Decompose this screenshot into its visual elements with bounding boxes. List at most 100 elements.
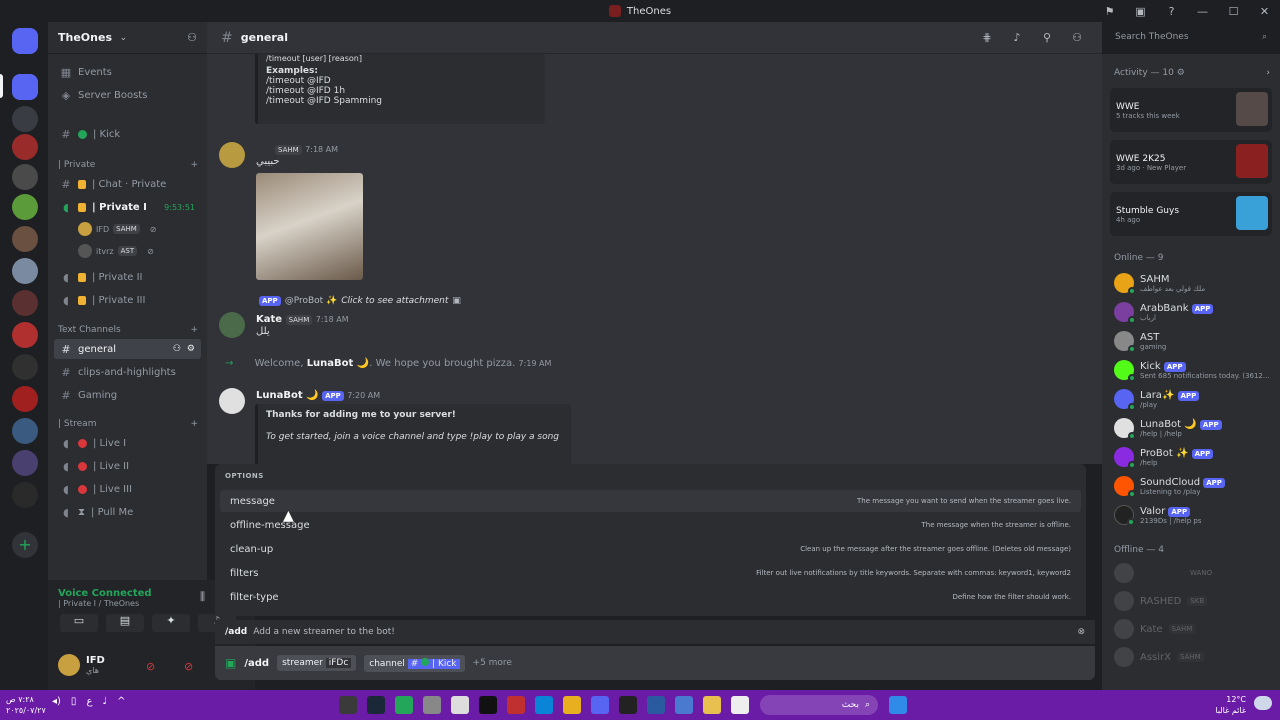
sidebar-item-events[interactable]: ▦ Events xyxy=(54,62,201,82)
server-icon-8[interactable] xyxy=(12,290,38,316)
minimize-button[interactable]: — xyxy=(1187,5,1218,18)
voice-channel-private-iii[interactable]: ◖ | Private III xyxy=(54,290,201,310)
avatar[interactable] xyxy=(219,142,245,168)
member-item[interactable]: WANO xyxy=(1114,560,1274,586)
chrome-app-icon[interactable] xyxy=(563,696,581,714)
server-icon-4[interactable] xyxy=(12,164,38,190)
voice-channel-live-i[interactable]: ◖ | Live I xyxy=(54,433,201,453)
help-icon[interactable]: ? xyxy=(1156,5,1187,18)
option-streamer[interactable]: streamer iFDc xyxy=(277,655,357,671)
activity-card[interactable]: WWE 2K25 3d ago · New Player xyxy=(1110,140,1272,184)
app-icon[interactable] xyxy=(647,696,665,714)
member-item[interactable]: AssirX SAHM xyxy=(1114,644,1274,670)
taskbar-clock[interactable]: ٧:٢٨ ص ٢٠٢٥/٠٧/٢٧ xyxy=(6,694,46,716)
weather-widget[interactable]: 12°C غائم غالبا xyxy=(1215,694,1246,716)
category-stream[interactable]: | Stream + xyxy=(58,419,198,429)
chevron-right-icon[interactable]: › xyxy=(1266,68,1270,78)
inbox-icon[interactable]: ⚑ xyxy=(1094,5,1125,18)
member-item[interactable]: Kate SAHM xyxy=(1114,616,1274,642)
avatar[interactable] xyxy=(219,312,245,338)
channel-gaming[interactable]: # Gaming xyxy=(54,385,201,405)
channel-clips[interactable]: # clips-and-highlights xyxy=(54,362,201,382)
chevron-up-icon[interactable]: ^ xyxy=(117,696,125,707)
headphones-muted-icon[interactable]: ⊘ xyxy=(184,660,193,673)
image-attachment[interactable] xyxy=(256,173,363,280)
server-icon-13[interactable] xyxy=(12,450,38,476)
voice-channel-private-i[interactable]: ◖ | Private I 9:53:51 xyxy=(54,197,201,217)
channel-general[interactable]: # general ⚇ ⚙ xyxy=(54,339,201,359)
home-discord-icon[interactable] xyxy=(12,28,38,54)
game-app-icon[interactable] xyxy=(507,696,525,714)
server-icon-10[interactable] xyxy=(12,354,38,380)
option-channel[interactable]: channel # | Kick xyxy=(364,654,465,672)
activity-card[interactable]: Stumble Guys 4h ago xyxy=(1110,192,1272,236)
search-input[interactable]: Search TheOnes ⌕ xyxy=(1109,29,1273,47)
notepad-icon[interactable] xyxy=(731,696,749,714)
server-icon-11[interactable] xyxy=(12,386,38,412)
reply-reference[interactable]: APP @ProBot ✨ Click to see attachment ▣ xyxy=(259,296,461,306)
option-offline-message[interactable]: offline-message The message when the stre… xyxy=(220,514,1081,536)
monitor-icon[interactable]: ▣ xyxy=(1125,5,1156,18)
voice-channel-private-ii[interactable]: ◖ | Private II xyxy=(54,267,201,287)
server-icon-14[interactable] xyxy=(12,482,38,508)
green-app-icon[interactable] xyxy=(395,696,413,714)
maximize-button[interactable]: ☐ xyxy=(1218,5,1249,18)
member-item[interactable]: SAHM ملك قولي بعد عواطف xyxy=(1114,270,1274,296)
server-icon-1[interactable] xyxy=(12,74,38,100)
screen-share-button[interactable]: ▤ xyxy=(106,614,144,632)
close-icon[interactable]: ⊗ xyxy=(1077,627,1085,637)
member-item[interactable]: ArabBank APP ارباب xyxy=(1114,299,1274,325)
windows-start-icon[interactable] xyxy=(889,696,907,714)
server-icon-9[interactable] xyxy=(12,322,38,348)
category-text-channels[interactable]: Text Channels + xyxy=(58,325,198,335)
add-member-icon[interactable]: ⚇ xyxy=(187,31,197,44)
settings-app-icon[interactable] xyxy=(423,696,441,714)
category-private[interactable]: | Private + xyxy=(58,160,198,170)
guild-header[interactable]: TheOnes ⌄ ⚇ xyxy=(48,22,207,54)
member-item[interactable]: AST gaming xyxy=(1114,328,1274,354)
activity-header[interactable]: Activity — 10 ⚙ xyxy=(1114,68,1185,78)
xbox-app-icon[interactable] xyxy=(339,696,357,714)
camera-button[interactable]: ▭ xyxy=(60,614,98,632)
cod-app-icon[interactable] xyxy=(619,696,637,714)
option-clean-up[interactable]: clean-up Clean up the message after the s… xyxy=(220,538,1081,560)
network-icon[interactable]: ▯ xyxy=(71,696,77,707)
voice-channel-live-iii[interactable]: ◖ | Live III xyxy=(54,479,201,499)
member-item[interactable]: SoundCloud APP Listening to /play xyxy=(1114,473,1274,499)
message-input[interactable]: ▣ /add streamer iFDc channel # | Kick +5… xyxy=(215,646,1095,680)
more-options[interactable]: +5 more xyxy=(473,658,512,668)
volume-icon[interactable]: ◂) xyxy=(52,696,61,707)
voice-channel-pull-me[interactable]: ◖ ⧗ | Pull Me xyxy=(54,502,201,522)
server-icon-6[interactable] xyxy=(12,226,38,252)
members-icon[interactable]: ⚇ xyxy=(1066,31,1088,44)
member-item[interactable]: Valor APP 2139Ds | /help ps xyxy=(1114,502,1274,528)
option-filter-type[interactable]: filter-type Define how the filter should … xyxy=(220,586,1081,608)
add-server-icon[interactable]: + xyxy=(12,532,38,558)
noise-suppression-icon[interactable]: ⫼ xyxy=(200,590,205,604)
discord-app-icon[interactable] xyxy=(591,696,609,714)
channel-kick[interactable]: # | Kick xyxy=(54,124,201,144)
store-app-icon[interactable] xyxy=(451,696,469,714)
pin-icon[interactable]: ⚲ xyxy=(1036,31,1058,44)
server-icon-2[interactable] xyxy=(12,106,38,132)
server-icon-7[interactable] xyxy=(12,258,38,284)
option-message[interactable]: message The message you want to send when… xyxy=(220,490,1081,512)
epic-app-icon[interactable] xyxy=(479,696,497,714)
bell-icon[interactable]: ♪ xyxy=(1006,31,1028,44)
member-item[interactable]: LunaBot 🌙 APP/help | /help xyxy=(1114,415,1274,441)
language-icon[interactable]: ع xyxy=(86,696,92,707)
member-item[interactable]: ProBot ✨ APP/help xyxy=(1114,444,1274,470)
invite-icon[interactable]: ⚇ xyxy=(173,344,181,354)
defender-app-icon[interactable] xyxy=(675,696,693,714)
server-icon-12[interactable] xyxy=(12,418,38,444)
member-item[interactable]: Lara✨ APP/play xyxy=(1114,386,1274,412)
channel-chat-private[interactable]: # | Chat · Private xyxy=(54,174,201,194)
activity-card[interactable]: WWE 5 tracks this week xyxy=(1110,88,1272,132)
server-icon-3[interactable] xyxy=(12,134,38,160)
close-button[interactable]: ✕ xyxy=(1249,5,1280,18)
activities-button[interactable]: ✦ xyxy=(152,614,190,632)
server-icon-5[interactable] xyxy=(12,194,38,220)
voice-user[interactable]: itvrz AST ⊘ xyxy=(78,244,154,258)
option-filters[interactable]: filters Filter out live notifications by … xyxy=(220,562,1081,584)
sidebar-item-server-boosts[interactable]: ◈ Server Boosts xyxy=(54,85,201,105)
